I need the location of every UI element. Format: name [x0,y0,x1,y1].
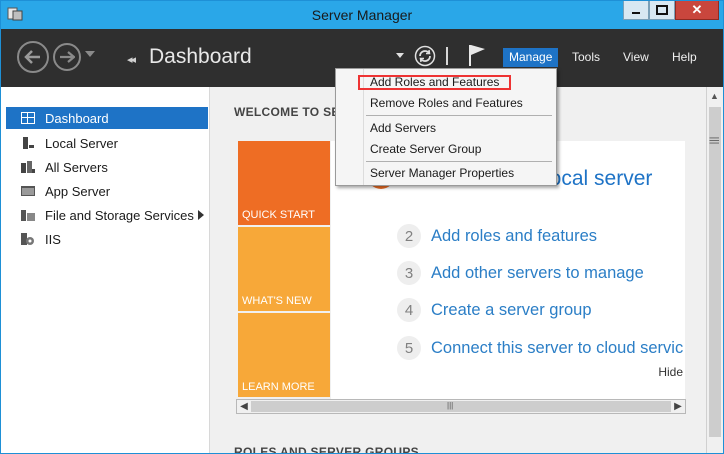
tile-label: QUICK START [242,209,315,221]
step-number: 5 [397,336,421,360]
scroll-up-icon[interactable]: ▲ [710,91,719,101]
sidebar-item-label: IIS [45,231,61,247]
local-server-icon [23,137,34,149]
step-number: 2 [397,224,421,248]
sidebar: Dashboard Local Server All Servers App S… [1,87,210,453]
menu-item-properties[interactable]: Server Manager Properties [336,163,554,183]
header-separator [446,47,448,65]
minimize-icon [632,12,640,14]
sidebar-item-label: App Server [45,183,111,199]
highlight-box [358,75,511,90]
step-link[interactable]: Add other servers to manage [431,264,644,283]
menu-view[interactable]: View [617,48,655,67]
title-bar: Server Manager ✕ [1,1,723,29]
minimize-button[interactable] [623,1,649,20]
iis-icon [21,233,34,245]
sidebar-item-app-server[interactable]: App Server [6,180,208,202]
sidebar-item-all-servers[interactable]: All Servers [6,156,208,178]
server-manager-window: Server Manager ✕ ◂◂ Dashboard Manage Too… [0,0,724,454]
refresh-icon[interactable] [414,45,436,67]
menu-manage[interactable]: Manage [503,48,559,67]
forward-button[interactable] [53,43,81,71]
scroll-left-icon[interactable]: ◀ [237,400,251,413]
menu-item-add-servers[interactable]: Add Servers [336,118,554,138]
dashboard-icon [21,112,35,124]
scroll-right-icon[interactable]: ▶ [671,400,685,413]
breadcrumb-arrows-icon: ◂◂ [127,54,136,66]
tile-quick-start[interactable]: QUICK START [238,141,330,225]
arrow-left-icon [24,50,40,64]
window-title: Server Manager [311,7,413,23]
notifications-flag-icon[interactable] [467,43,487,67]
roles-heading: ROLES AND SERVER GROUPS [234,445,419,453]
tile-label: LEARN MORE [242,381,315,393]
back-button[interactable] [17,41,49,73]
tile-label: WHAT'S NEW [242,295,312,307]
submenu-arrow-icon[interactable] [198,210,204,220]
all-servers-icon [21,161,35,173]
manage-menu: Add Roles and Features Remove Roles and … [335,68,557,186]
vertical-scroll-thumb[interactable] [709,107,721,437]
tile-learn-more[interactable]: LEARN MORE [238,313,330,397]
step-number: 4 [397,298,421,322]
tile-whats-new[interactable]: WHAT'S NEW [238,227,330,311]
menu-item-create-group[interactable]: Create Server Group [336,139,554,159]
vertical-grip-icon: ||| [708,136,720,145]
sidebar-item-dashboard[interactable]: Dashboard [6,107,208,129]
close-button[interactable]: ✕ [675,1,719,20]
configure-local-server-link[interactable]: local server [545,167,652,191]
maximize-icon [656,5,668,15]
window-controls: ✕ [623,1,719,21]
step-connect-cloud[interactable]: 5 Connect this server to cloud servic [397,335,683,361]
sidebar-item-label: All Servers [45,159,108,175]
arrow-right-icon [60,51,75,63]
sidebar-item-label: Local Server [45,135,118,151]
menu-item-remove-roles[interactable]: Remove Roles and Features [336,93,554,113]
hide-link[interactable]: Hide [658,365,683,379]
vertical-scrollbar[interactable]: ▲ ||| [706,87,723,453]
page-title: Dashboard [149,45,252,68]
menu-separator [366,115,552,116]
refresh-dropdown-icon[interactable] [396,53,404,58]
step-add-roles[interactable]: 2 Add roles and features [397,223,597,249]
step-add-servers[interactable]: 3 Add other servers to manage [397,260,644,286]
welcome-heading: WELCOME TO SE [234,105,340,119]
step-create-group[interactable]: 4 Create a server group [397,297,592,323]
horizontal-scrollbar[interactable]: ◀ ||| ▶ [236,399,686,414]
scroll-thumb[interactable] [251,401,671,412]
sidebar-item-iis[interactable]: IIS [6,228,208,250]
close-icon: ✕ [691,2,703,17]
menu-help[interactable]: Help [666,48,703,67]
sidebar-item-label: Dashboard [45,110,109,126]
step-link[interactable]: Connect this server to cloud servic [431,339,683,358]
sidebar-item-local-server[interactable]: Local Server [6,132,208,154]
sidebar-item-file-storage[interactable]: File and Storage Services [6,204,208,226]
file-storage-icon [21,210,35,221]
app-server-icon [21,186,35,196]
scroll-grip-icon: ||| [447,401,454,410]
maximize-button[interactable] [649,1,675,20]
history-dropdown-icon[interactable] [85,51,95,57]
menu-tools[interactable]: Tools [566,48,606,67]
step-number: 3 [397,261,421,285]
step-link[interactable]: Create a server group [431,301,592,320]
sidebar-item-label: File and Storage Services [45,207,194,223]
menu-separator [366,161,552,162]
step-link[interactable]: Add roles and features [431,227,597,246]
